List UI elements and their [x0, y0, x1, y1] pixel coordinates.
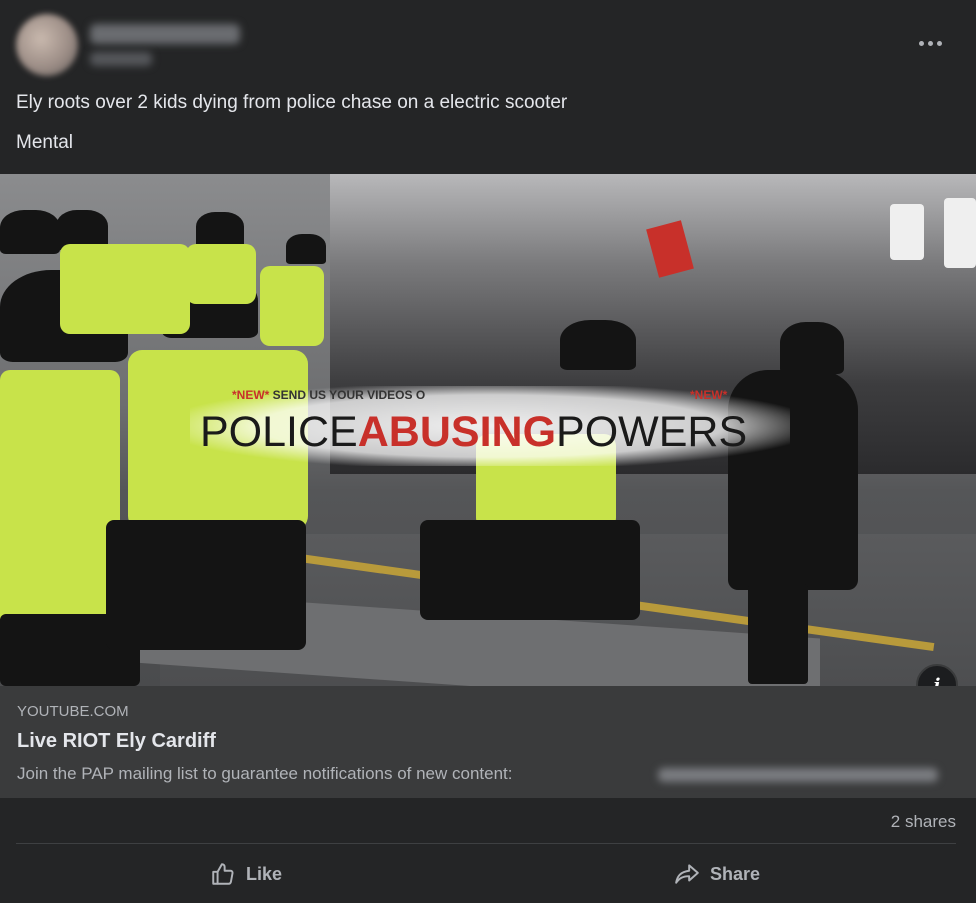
post-text-line-1: Ely roots over 2 kids dying from police … — [16, 92, 568, 113]
post-media-image[interactable]: *NEW* SEND US YOUR VIDEOS O *NEW* POLICE… — [0, 174, 976, 686]
overlay-word-police: POLICE — [200, 408, 358, 456]
protester-hat — [780, 322, 844, 374]
overlay-send-text: SEND US YOUR VIDEOS O — [269, 388, 426, 402]
overlay-headline: POLICEABUSINGPOWERS — [200, 408, 747, 457]
more-horizontal-icon — [918, 40, 924, 46]
post-text-line-2: Mental — [16, 132, 74, 153]
link-description: Join the PAP mailing list to guarantee n… — [17, 764, 513, 783]
overlay-word-abusing: ABUSING — [357, 408, 557, 456]
officer-vest — [60, 244, 190, 334]
officer-helmet — [0, 210, 60, 254]
share-label: Share — [710, 863, 761, 884]
post-header — [0, 0, 976, 86]
link-title: Live RIOT Ely Cardiff — [17, 730, 216, 752]
link-preview-card[interactable]: YOUTUBE.COM Live RIOT Ely Cardiff Join t… — [0, 686, 976, 798]
officer-legs — [106, 520, 306, 650]
officer-helmet — [560, 320, 636, 370]
more-horizontal-icon-dot — [927, 40, 933, 46]
like-button[interactable]: Like — [210, 852, 282, 896]
divider — [16, 843, 956, 844]
share-arrow-icon — [675, 864, 699, 884]
author-name-blurred[interactable] — [90, 24, 240, 44]
post-meta-blurred — [90, 52, 152, 66]
share-button[interactable]: Share — [674, 852, 760, 896]
officer-vest — [260, 266, 324, 346]
thumbs-up-icon — [212, 863, 234, 885]
link-url-blurred — [658, 768, 938, 782]
protester-legs — [748, 584, 808, 684]
officer-helmet — [286, 234, 326, 264]
overlay-send-videos: *NEW* SEND US YOUR VIDEOS O — [232, 388, 425, 402]
officer-vest — [0, 370, 120, 630]
overlay-word-powers: POWERS — [556, 408, 748, 456]
more-horizontal-icon-dot — [936, 40, 942, 46]
avatar[interactable] — [16, 14, 78, 76]
overlay-new-left: *NEW* — [232, 388, 270, 402]
shares-count[interactable]: 2 shares — [891, 812, 956, 832]
facebook-post: Ely roots over 2 kids dying from police … — [0, 0, 976, 903]
protest-sign — [890, 204, 924, 260]
link-domain: YOUTUBE.COM — [17, 703, 129, 720]
officer-vest — [186, 244, 256, 304]
officer-helmet — [196, 212, 244, 248]
like-label: Like — [246, 863, 283, 884]
protest-sign — [944, 198, 976, 268]
officer-legs — [420, 520, 640, 620]
overlay-new-right: *NEW* — [690, 388, 728, 402]
more-options-button[interactable] — [908, 30, 952, 56]
